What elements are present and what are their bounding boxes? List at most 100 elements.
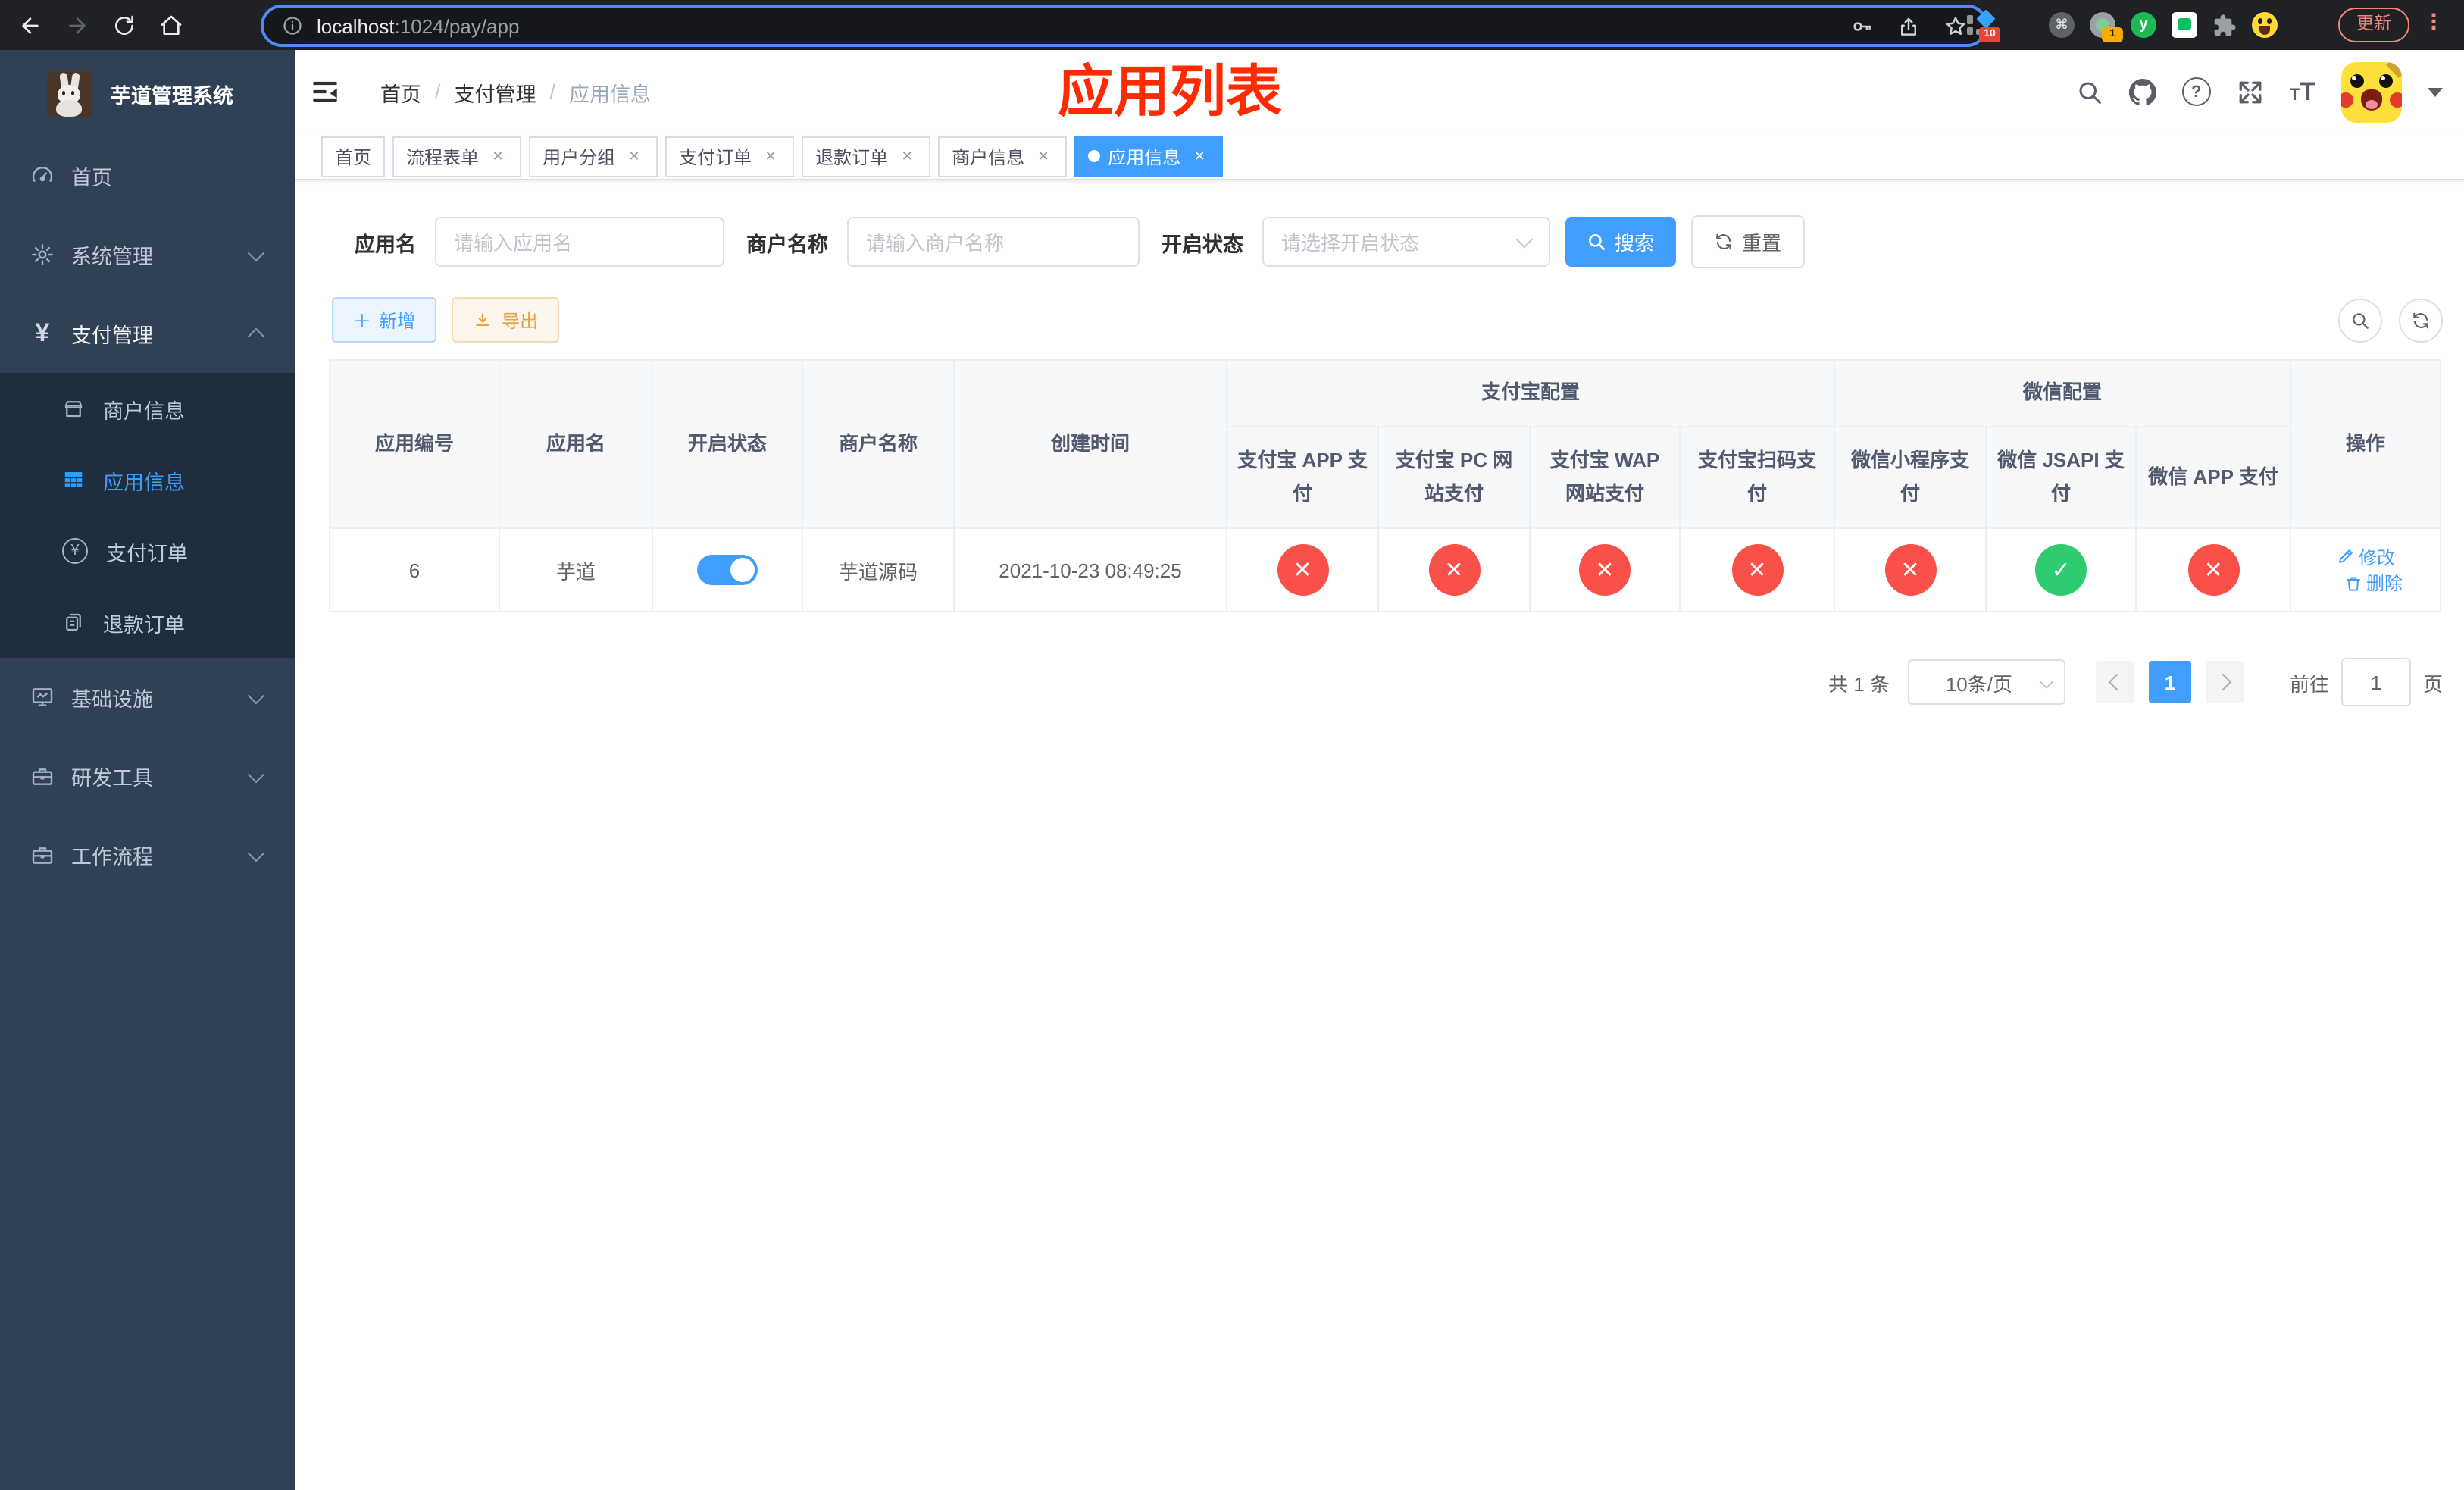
home-icon[interactable] (159, 13, 183, 37)
chevron-down-icon (247, 686, 265, 704)
fullscreen-icon[interactable] (2237, 78, 2264, 105)
sidebar-item-infrastructure[interactable]: 基础设施 (0, 658, 295, 737)
cell-id: 6 (329, 527, 500, 612)
forward-icon[interactable] (65, 13, 89, 37)
col-group-alipay: 支付宝配置 (1225, 359, 1836, 427)
search-icon[interactable] (2076, 78, 2103, 105)
reset-button[interactable]: 重置 (1690, 215, 1805, 268)
url-bar[interactable]: localhost:1024/pay/app (261, 5, 1988, 47)
alipay-app-status-icon: ✕ (1277, 544, 1328, 596)
bookmark-star-icon[interactable] (1944, 14, 1967, 37)
chevron-down-icon (247, 765, 265, 783)
page-size-select[interactable]: 10条/页 (1907, 659, 2065, 705)
export-button[interactable]: 导出 (452, 297, 560, 343)
merchant-name-input[interactable]: 请输入商户名称 (846, 217, 1139, 267)
page-suffix-label: 页 (2422, 672, 2443, 695)
sidebar-item-merchant-info[interactable]: 商户信息 (0, 373, 295, 444)
delete-link[interactable]: 删除 (2344, 570, 2403, 596)
tab-merchant-info[interactable]: 商户信息 (938, 136, 1068, 177)
sidebar-item-app-info[interactable]: 应用信息 (0, 444, 295, 515)
chevron-right-icon (2214, 673, 2232, 691)
share-icon[interactable] (1897, 14, 1920, 37)
tab-process-form[interactable]: 流程表单 (392, 136, 522, 177)
chevron-up-icon (247, 327, 265, 345)
refresh-icon (2413, 311, 2428, 328)
close-icon[interactable] (897, 146, 917, 166)
browser-update-button[interactable]: 更新 (2338, 8, 2409, 42)
logo-rabbit-image (47, 70, 92, 116)
edit-link[interactable]: 修改 (2336, 543, 2395, 569)
tags-view-bar: 首页 流程表单 用户分组 支付订单 退款订单 商户信息 应用信息 (295, 133, 2464, 180)
table-row: 6 芋道 芋道源码 2021-10-23 08:49:25 ✕ ✕ ✕ ✕ ✕ … (329, 527, 2442, 612)
browser-menu-icon[interactable]: ⋮ (2423, 9, 2444, 35)
current-page-button[interactable]: 1 (2148, 661, 2191, 703)
hide-search-button[interactable] (2338, 298, 2382, 342)
close-icon[interactable] (1033, 146, 1053, 166)
close-icon[interactable] (761, 146, 780, 166)
col-header-alipay-app: 支付宝 APP 支付 (1226, 426, 1379, 529)
next-page-button[interactable] (2206, 661, 2244, 703)
tab-refund-orders[interactable]: 退款订单 (802, 136, 931, 177)
goto-page-input[interactable] (2340, 658, 2411, 706)
status-toggle[interactable] (697, 555, 758, 585)
dashboard-icon (32, 166, 53, 182)
gear-icon (32, 244, 53, 265)
help-icon[interactable]: ? (2181, 77, 2211, 106)
extensions-puzzle-icon[interactable] (2212, 13, 2237, 37)
col-header-wechat-mini: 微信小程序支付 (1834, 426, 1987, 529)
sidebar-item-system[interactable]: 系统管理 (0, 215, 295, 294)
breadcrumb-current: 应用信息 (569, 83, 652, 105)
breadcrumb-home[interactable]: 首页 (380, 77, 421, 107)
sidebar-item-workflow[interactable]: 工作流程 (0, 815, 295, 894)
col-header-wechat-app: 微信 APP 支付 (2135, 426, 2292, 529)
extension-icon-2[interactable] (2008, 12, 2034, 38)
close-icon[interactable] (624, 146, 644, 166)
app-table: 应用编号 应用名 开启状态 商户名称 创建时间 支付宝配置 微信配置 操作 支付… (329, 359, 2442, 612)
search-icon (2353, 312, 2369, 328)
avatar-dropdown-caret-icon[interactable] (2428, 87, 2443, 96)
tab-home[interactable]: 首页 (321, 136, 386, 177)
col-header-name: 应用名 (499, 359, 653, 529)
extension-icon-1[interactable]: 10 (1967, 9, 2000, 42)
col-header-id: 应用编号 (329, 359, 500, 529)
reload-icon[interactable] (112, 13, 136, 37)
prev-page-button[interactable] (2095, 661, 2134, 703)
sidebar-fold-icon[interactable] (309, 76, 341, 108)
documents-icon (66, 613, 81, 631)
wechat-mini-status-icon: ✕ (1884, 544, 1937, 596)
key-icon[interactable] (1850, 14, 1873, 37)
back-icon[interactable] (18, 13, 42, 37)
close-icon[interactable] (488, 146, 508, 166)
search-button[interactable]: 搜索 (1565, 217, 1676, 267)
info-icon[interactable] (282, 15, 303, 36)
profile-avatar-icon[interactable] (2252, 12, 2278, 38)
tab-app-info[interactable]: 应用信息 (1074, 136, 1224, 177)
extension-icon-5[interactable]: y (2131, 12, 2156, 38)
sidebar-item-payment[interactable]: ¥ 支付管理 (0, 294, 295, 373)
github-icon[interactable] (2128, 78, 2156, 105)
chevron-down-icon (1515, 230, 1533, 249)
download-icon (476, 312, 489, 326)
logo[interactable]: 芋道管理系统 (0, 50, 295, 136)
extension-badge: 1 (2102, 27, 2123, 42)
refresh-button[interactable] (2399, 298, 2443, 342)
font-size-icon[interactable]: TT (2290, 79, 2315, 105)
status-select[interactable]: 请选择开启状态 (1262, 217, 1549, 267)
sidebar-item-pay-orders[interactable]: ¥ 支付订单 (0, 515, 295, 587)
close-icon[interactable] (1190, 146, 1209, 166)
breadcrumb-section[interactable]: 支付管理 (455, 77, 536, 107)
add-button[interactable]: 新增 (332, 297, 437, 343)
sidebar-item-refund-orders[interactable]: 退款订单 (0, 587, 295, 658)
sidebar-item-home[interactable]: 首页 (0, 136, 295, 215)
cell-status (652, 527, 803, 612)
app-name-input[interactable]: 请输入应用名 (434, 217, 724, 267)
extension-icon-4[interactable]: 1 (2090, 12, 2123, 42)
pagination-total: 共 1 条 (1828, 672, 1890, 695)
col-header-status: 开启状态 (652, 359, 803, 529)
tab-user-group[interactable]: 用户分组 (529, 136, 658, 177)
extension-icon-6[interactable] (2172, 12, 2197, 38)
extension-icon-3[interactable]: ⌘ (2049, 12, 2075, 38)
tab-pay-orders[interactable]: 支付订单 (665, 136, 795, 177)
sidebar-item-dev-tools[interactable]: 研发工具 (0, 737, 295, 815)
user-avatar[interactable] (2341, 61, 2402, 122)
